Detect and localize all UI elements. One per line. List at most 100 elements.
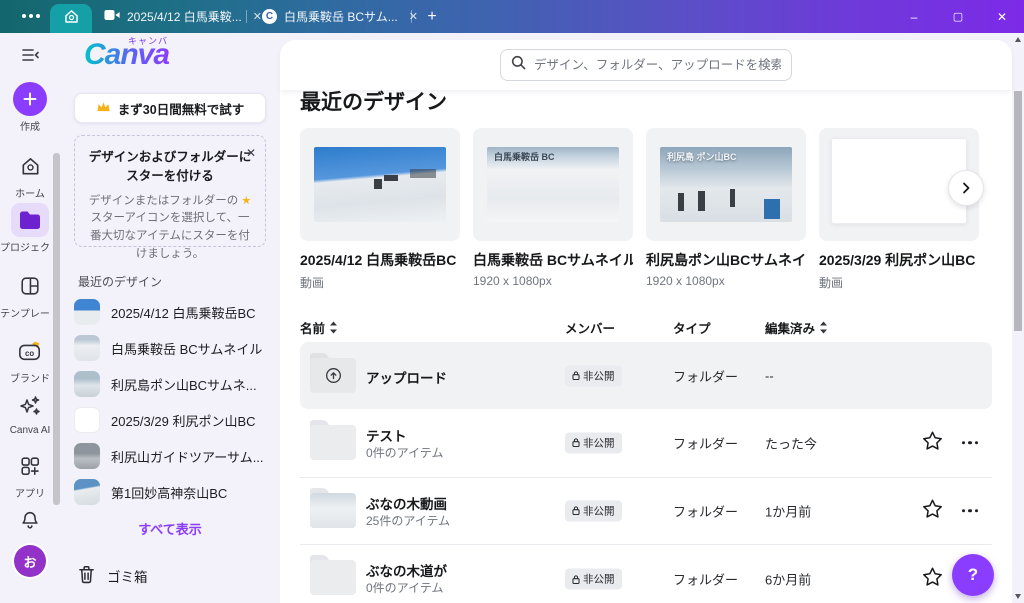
design-card[interactable]: 2025/3/29 利尻ポン山BC 動画	[819, 128, 979, 291]
tab-home[interactable]	[50, 4, 92, 33]
left-rail: 作成 ホーム プロジェクト テンプレート	[0, 33, 60, 603]
titlebar: 2025/4/12 白馬乗鞍... ✕ C 白馬乗鞍岳 BCサム... ✕ + …	[0, 0, 1024, 33]
search-bar[interactable]	[500, 49, 792, 81]
star-button[interactable]	[922, 567, 943, 592]
table-row-folder[interactable]: テスト 0件のアイテム 非公開 フォルダー たった今	[300, 409, 992, 476]
rail-label: Canva AI	[0, 425, 60, 436]
create-label: 作成	[0, 118, 60, 133]
vertical-scrollbar[interactable]	[1012, 33, 1024, 603]
design-thumbnail	[74, 407, 100, 433]
canva-logo[interactable]: キャンバ Canva	[84, 38, 204, 82]
design-thumbnail	[74, 371, 100, 397]
maximize-button[interactable]: ▢	[936, 0, 980, 33]
design-card[interactable]: 2025/4/12 白馬乗鞍岳BC 動画	[300, 128, 460, 291]
crown-icon	[96, 101, 111, 116]
star-tip-card: ✕ デザインおよびフォルダーに スターを付ける デザインまたはフォルダーの ★ …	[74, 135, 266, 247]
tab-design-1[interactable]: 2025/4/12 白馬乗鞍... ✕	[96, 0, 270, 33]
column-header-type: タイプ	[673, 318, 711, 336]
private-badge: 非公開	[565, 365, 622, 386]
sidebar-item-brand[interactable]: co ブランド	[0, 334, 60, 385]
recent-design-item[interactable]: 利尻山ガイドツアーサム...	[74, 439, 272, 473]
design-thumbnail	[300, 128, 460, 241]
private-badge: 非公開	[565, 569, 622, 590]
scrollbar-thumb[interactable]	[1014, 91, 1022, 331]
account-avatar[interactable]: お	[0, 545, 60, 577]
row-menu-button[interactable]	[958, 441, 982, 445]
thumbnail-overlay-text: 白馬乗鞍岳 BC	[494, 151, 564, 164]
help-button[interactable]: ?	[952, 554, 994, 596]
recent-design-item[interactable]: 第1回妙高神奈山BC	[74, 475, 272, 509]
scroll-up-arrow[interactable]	[1015, 37, 1021, 42]
design-card[interactable]: 利尻島 ポン山BC 利尻島ポン山BCサムネイル 1920 x 1080px	[646, 128, 806, 288]
templates-icon	[11, 269, 49, 303]
apps-grid-icon	[11, 449, 49, 483]
design-thumbnail: 利尻島 ポン山BC	[646, 128, 806, 241]
trash-icon	[78, 565, 95, 587]
main-content-panel: 最近のデザイン 2025/4/12 白馬乗鞍岳BC 動画 白馬乗鞍岳 BC 白馬…	[280, 40, 1012, 603]
trash-item[interactable]: ゴミ箱	[78, 565, 148, 587]
private-badge: 非公開	[565, 500, 622, 521]
design-thumbnail	[74, 335, 100, 361]
rail-label: ブランド	[0, 370, 60, 385]
lock-icon	[572, 371, 580, 381]
private-badge: 非公開	[565, 432, 622, 453]
show-all-link[interactable]: すべて表示	[60, 519, 280, 538]
tip-title: デザインおよびフォルダーに スターを付ける	[85, 148, 255, 186]
collapse-sidebar-button[interactable]	[0, 47, 60, 68]
recent-designs-header: 最近のデザイン	[78, 273, 162, 290]
sidebar-item-templates[interactable]: テンプレート	[0, 269, 60, 320]
minimize-button[interactable]: –	[892, 0, 936, 33]
projects-folder-icon	[11, 203, 49, 237]
tab-label: 2025/4/12 白馬乗鞍...	[127, 8, 242, 25]
create-button[interactable]: 作成	[0, 82, 60, 133]
free-trial-label: まず30日間無料で試す	[118, 99, 244, 118]
table-row-folder[interactable]: ぶなの木動画 25件のアイテム 非公開 フォルダー 1か月前	[300, 477, 992, 544]
carousel-next-button[interactable]	[948, 170, 984, 206]
free-trial-button[interactable]: まず30日間無料で試す	[74, 93, 266, 123]
sidebar-item-projects[interactable]: プロジェクト	[0, 203, 60, 254]
lock-icon	[572, 506, 580, 516]
search-input[interactable]	[534, 58, 781, 72]
scroll-down-arrow[interactable]	[1015, 594, 1021, 599]
home-icon	[63, 8, 80, 30]
canva-logo-jp: キャンバ	[128, 34, 168, 47]
sidebar-item-apps[interactable]: アプリ	[0, 449, 60, 500]
design-card[interactable]: 白馬乗鞍岳 BC 白馬乗鞍岳 BCサムネイル 1920 x 1080px	[473, 128, 633, 288]
tab-label: 白馬乗鞍岳 BCサム...	[284, 8, 398, 25]
star-button[interactable]	[922, 498, 943, 523]
trash-label: ゴミ箱	[107, 566, 148, 586]
rail-label: ホーム	[0, 185, 60, 200]
notifications-button[interactable]	[0, 503, 60, 537]
new-tab-button[interactable]: +	[421, 6, 443, 28]
tab-divider	[411, 10, 412, 23]
table-row-uploads[interactable]: アップロード 非公開 フォルダー --	[300, 342, 992, 409]
sparkles-icon	[11, 389, 49, 423]
close-button[interactable]: ✕	[980, 0, 1024, 33]
sidebar-item-home[interactable]: ホーム	[0, 149, 60, 200]
canva-c-icon: C	[262, 9, 277, 24]
table-row-folder[interactable]: ぶなの木道が 0件のアイテム 非公開 フォルダー 6か月前	[300, 544, 992, 603]
column-header-name[interactable]: 名前	[300, 318, 338, 336]
star-button[interactable]	[922, 430, 943, 455]
sidebar-item-canva-ai[interactable]: Canva AI	[0, 389, 60, 436]
rail-label: テンプレート	[0, 305, 60, 320]
thumbnail-overlay-text: 利尻島 ポン山BC	[667, 151, 737, 164]
rail-label: アプリ	[0, 485, 60, 500]
folder-icon	[310, 425, 356, 460]
avatar: お	[14, 545, 46, 577]
video-icon	[104, 9, 120, 24]
recent-design-item[interactable]: 利尻島ポン山BCサムネ...	[74, 367, 272, 401]
recent-design-item[interactable]: 白馬乗鞍岳 BCサムネイル	[74, 331, 272, 365]
sort-icon	[329, 321, 338, 334]
column-header-member: メンバー	[565, 318, 615, 336]
rail-label: プロジェクト	[0, 239, 60, 254]
app-menu-button[interactable]	[16, 6, 46, 26]
design-thumbnail: 白馬乗鞍岳 BC	[473, 128, 633, 241]
rail-scrollbar[interactable]	[53, 153, 60, 505]
tab-design-2[interactable]: C 白馬乗鞍岳 BCサム... ✕	[254, 0, 426, 33]
recent-design-item[interactable]: 2025/4/12 白馬乗鞍岳BC	[74, 295, 272, 329]
column-header-edited[interactable]: 編集済み	[765, 318, 828, 336]
close-icon[interactable]: ✕	[246, 146, 256, 160]
row-menu-button[interactable]	[958, 509, 982, 513]
recent-design-item[interactable]: 2025/3/29 利尻ポン山BC	[74, 403, 272, 437]
